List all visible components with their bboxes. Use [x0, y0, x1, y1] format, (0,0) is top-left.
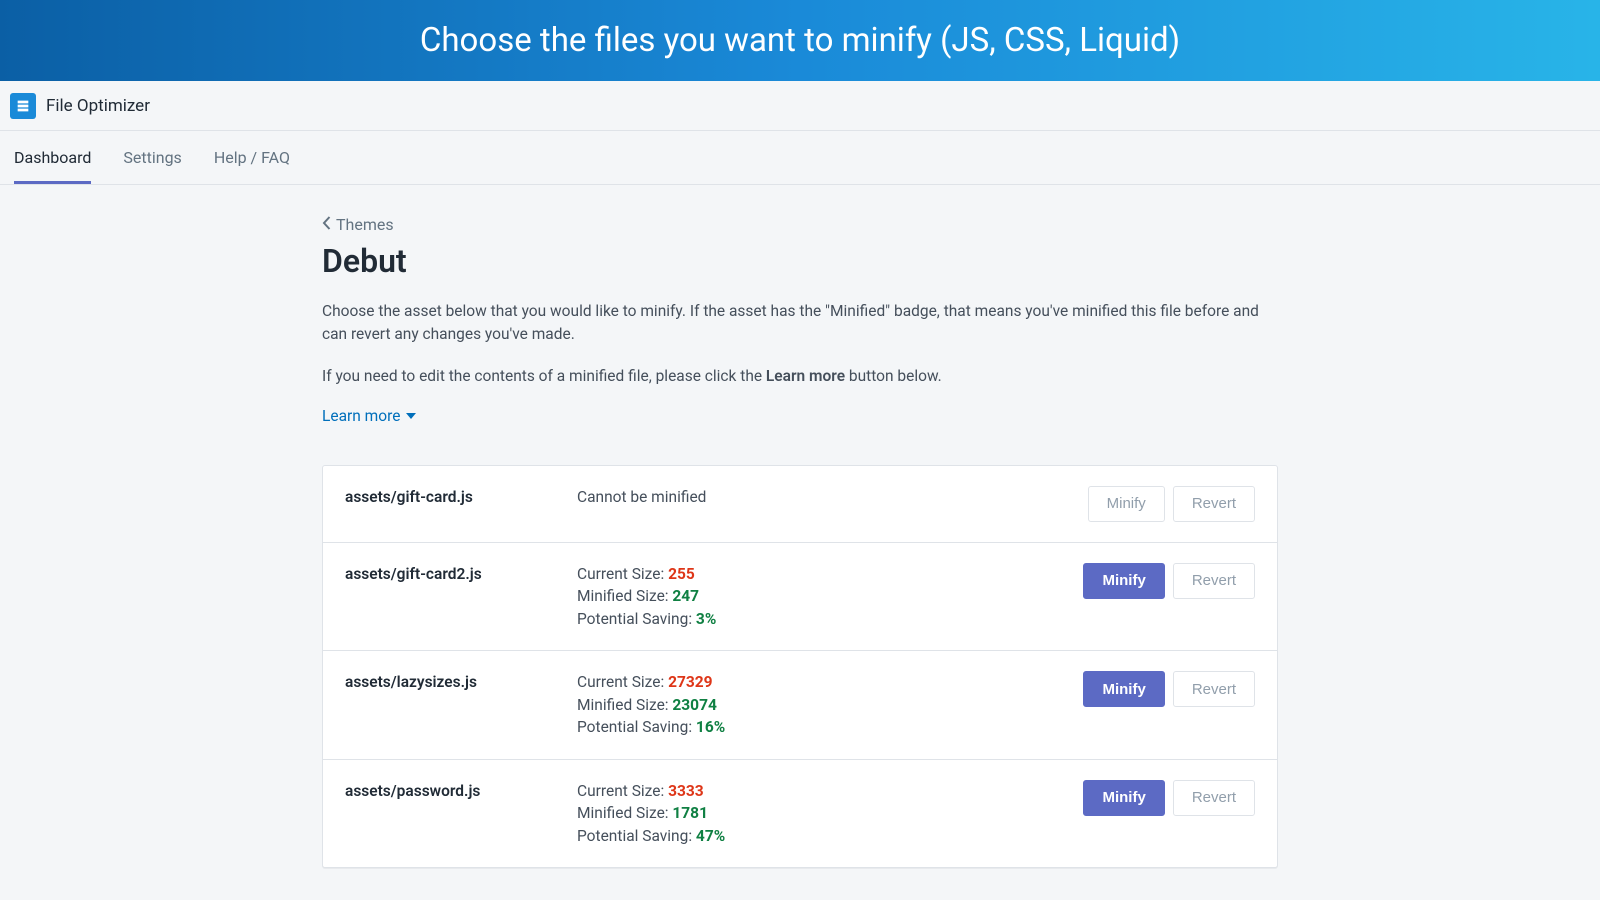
- asset-name: assets/password.js: [345, 780, 577, 800]
- page-content: Themes Debut Choose the asset below that…: [0, 185, 1600, 868]
- breadcrumb-label: Themes: [336, 215, 394, 234]
- revert-button: Revert: [1173, 671, 1255, 707]
- page-title: Debut: [322, 242, 1278, 280]
- potential-saving-label: Potential Saving:: [577, 718, 696, 736]
- promo-banner: Choose the files you want to minify (JS,…: [0, 0, 1600, 81]
- asset-row: assets/gift-card2.jsCurrent Size: 255Min…: [323, 543, 1277, 651]
- app-titlebar: File Optimizer: [0, 81, 1600, 131]
- caret-down-icon: [406, 413, 416, 419]
- revert-button: Revert: [1173, 780, 1255, 816]
- minified-size: Minified Size: 247: [577, 585, 1083, 607]
- asset-info: Current Size: 255Minified Size: 247Poten…: [577, 563, 1083, 630]
- intro-paragraph: Choose the asset below that you would li…: [322, 300, 1278, 347]
- asset-info: Current Size: 3333Minified Size: 1781Pot…: [577, 780, 1083, 847]
- promo-banner-text: Choose the files you want to minify (JS,…: [420, 21, 1180, 60]
- potential-saving: Potential Saving: 16%: [577, 716, 1083, 738]
- current-size-value: 255: [668, 565, 695, 583]
- current-size: Current Size: 255: [577, 563, 1083, 585]
- minified-size-value: 247: [672, 587, 699, 605]
- asset-actions: MinifyRevert: [1083, 671, 1255, 707]
- minified-size-label: Minified Size:: [577, 587, 672, 605]
- chevron-left-icon: [322, 215, 332, 234]
- tab-help-faq[interactable]: Help / FAQ: [214, 131, 290, 184]
- revert-button: Revert: [1173, 563, 1255, 599]
- app-title: File Optimizer: [46, 96, 150, 116]
- intro2-pre: If you need to edit the contents of a mi…: [322, 367, 766, 385]
- minified-size-label: Minified Size:: [577, 804, 672, 822]
- potential-saving-value: 3%: [696, 610, 716, 628]
- current-size-value: 3333: [668, 782, 704, 800]
- asset-actions: MinifyRevert: [1083, 563, 1255, 599]
- asset-status: Cannot be minified: [577, 486, 1088, 508]
- asset-name: assets/gift-card2.js: [345, 563, 577, 583]
- potential-saving-value: 16%: [696, 718, 725, 736]
- revert-button: Revert: [1173, 486, 1255, 522]
- potential-saving: Potential Saving: 3%: [577, 608, 1083, 630]
- minified-size-value: 23074: [672, 696, 716, 714]
- potential-saving-value: 47%: [696, 827, 725, 845]
- minified-size: Minified Size: 23074: [577, 694, 1083, 716]
- current-size-label: Current Size:: [577, 565, 668, 583]
- tab-settings[interactable]: Settings: [123, 131, 181, 184]
- asset-info: Current Size: 27329Minified Size: 23074P…: [577, 671, 1083, 738]
- current-size-label: Current Size:: [577, 782, 668, 800]
- asset-actions: MinifyRevert: [1088, 486, 1255, 522]
- asset-name: assets/lazysizes.js: [345, 671, 577, 691]
- minify-button[interactable]: Minify: [1083, 671, 1164, 707]
- app-icon: [10, 93, 36, 119]
- breadcrumb-back[interactable]: Themes: [322, 215, 394, 234]
- asset-row: assets/gift-card.jsCannot be minifiedMin…: [323, 466, 1277, 543]
- asset-name: assets/gift-card.js: [345, 486, 577, 506]
- minify-button[interactable]: Minify: [1083, 563, 1164, 599]
- potential-saving-label: Potential Saving:: [577, 610, 696, 628]
- nav-tabs: Dashboard Settings Help / FAQ: [0, 131, 1600, 185]
- minified-size-label: Minified Size:: [577, 696, 672, 714]
- tab-dashboard[interactable]: Dashboard: [14, 131, 91, 184]
- potential-saving-label: Potential Saving:: [577, 827, 696, 845]
- current-size: Current Size: 27329: [577, 671, 1083, 693]
- minified-size-value: 1781: [672, 804, 708, 822]
- asset-actions: MinifyRevert: [1083, 780, 1255, 816]
- intro2-post: button below.: [845, 367, 942, 385]
- asset-row: assets/password.jsCurrent Size: 3333Mini…: [323, 760, 1277, 867]
- minified-size: Minified Size: 1781: [577, 802, 1083, 824]
- intro-paragraph-2: If you need to edit the contents of a mi…: [322, 365, 1278, 388]
- assets-card: assets/gift-card.jsCannot be minifiedMin…: [322, 465, 1278, 868]
- potential-saving: Potential Saving: 47%: [577, 825, 1083, 847]
- minify-button[interactable]: Minify: [1083, 780, 1164, 816]
- minify-button: Minify: [1088, 486, 1165, 522]
- current-size-value: 27329: [668, 673, 712, 691]
- learn-more-label: Learn more: [322, 407, 400, 425]
- intro2-bold: Learn more: [766, 367, 845, 385]
- asset-info: Cannot be minified: [577, 486, 1088, 508]
- learn-more-toggle[interactable]: Learn more: [322, 407, 416, 425]
- asset-row: assets/lazysizes.jsCurrent Size: 27329Mi…: [323, 651, 1277, 759]
- current-size: Current Size: 3333: [577, 780, 1083, 802]
- current-size-label: Current Size:: [577, 673, 668, 691]
